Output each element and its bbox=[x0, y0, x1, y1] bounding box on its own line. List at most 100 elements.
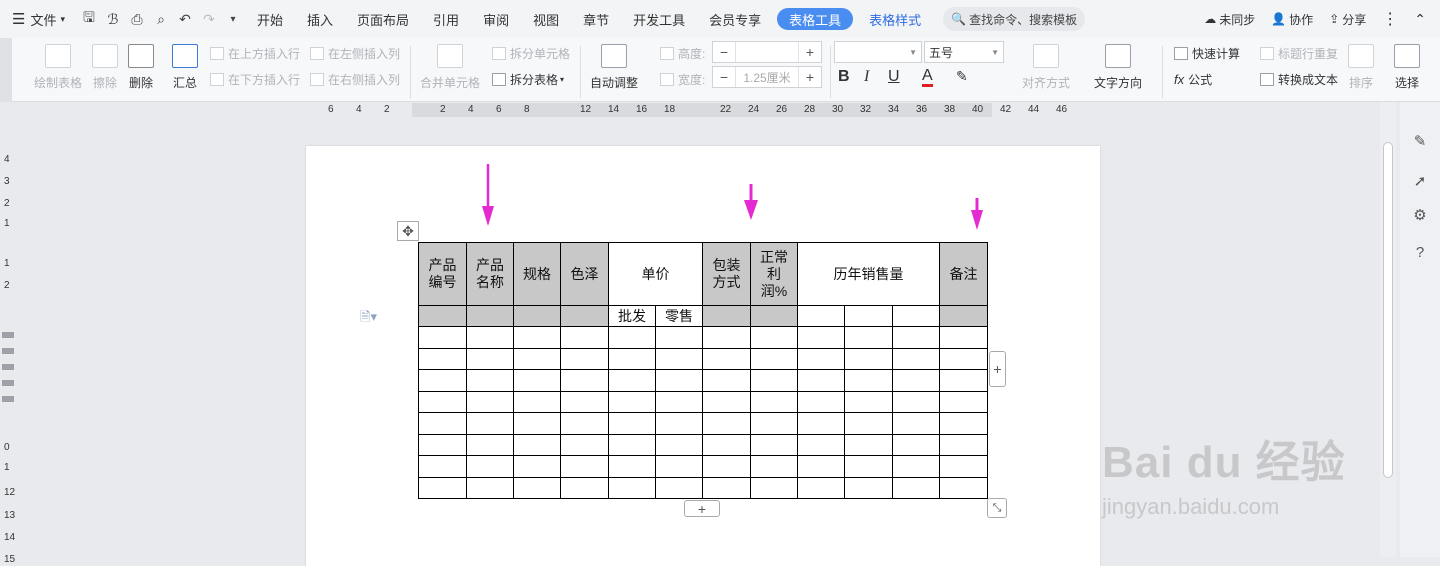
subheader-wholesale[interactable]: 批发 bbox=[608, 305, 656, 327]
table-cell[interactable] bbox=[939, 433, 988, 456]
table-cell[interactable] bbox=[939, 347, 988, 370]
table-cell[interactable] bbox=[797, 390, 845, 413]
insert-right-button[interactable]: 在右侧插入列 bbox=[310, 71, 400, 88]
erase-button[interactable]: 擦除 bbox=[92, 40, 118, 91]
table-cell[interactable] bbox=[702, 305, 751, 327]
table-cell[interactable] bbox=[608, 476, 656, 499]
table-cell[interactable] bbox=[797, 455, 845, 478]
table-cell[interactable] bbox=[939, 412, 988, 435]
table-cell[interactable] bbox=[466, 326, 514, 349]
table-cell[interactable] bbox=[608, 347, 656, 370]
bold-button[interactable]: B bbox=[838, 68, 850, 86]
table-cell[interactable] bbox=[466, 390, 514, 413]
table-cell[interactable] bbox=[892, 390, 940, 413]
tab-table-style[interactable]: 表格样式 bbox=[857, 0, 933, 38]
table-cell[interactable] bbox=[560, 433, 609, 456]
pen-icon[interactable]: ✎ bbox=[1410, 132, 1430, 152]
table-cell[interactable] bbox=[513, 455, 561, 478]
table-cell[interactable] bbox=[750, 390, 798, 413]
table-cell[interactable] bbox=[702, 347, 751, 370]
insert-above-button[interactable]: 在上方插入行 bbox=[210, 45, 300, 62]
save-icon[interactable]: 🖫 bbox=[77, 0, 101, 38]
table-cell[interactable] bbox=[466, 347, 514, 370]
delete-button[interactable]: 删除 bbox=[128, 40, 154, 91]
table-cell[interactable] bbox=[655, 433, 703, 456]
table-cell[interactable] bbox=[797, 433, 845, 456]
customize-qat-icon[interactable]: ▾ bbox=[221, 0, 245, 38]
table-cell[interactable] bbox=[608, 326, 656, 349]
table-cell[interactable] bbox=[655, 476, 703, 499]
table-cell[interactable] bbox=[939, 390, 988, 413]
table-cell[interactable] bbox=[844, 326, 893, 349]
table-cell[interactable] bbox=[560, 305, 609, 327]
header-cell-spec[interactable]: 规格 bbox=[513, 242, 561, 306]
table-cell[interactable] bbox=[892, 369, 940, 392]
table-move-handle[interactable]: ✥ bbox=[397, 221, 419, 241]
table-cell[interactable] bbox=[466, 476, 514, 499]
height-stepper[interactable]: − + bbox=[712, 41, 822, 63]
table-cell[interactable] bbox=[844, 390, 893, 413]
font-size-select[interactable]: 五号 ▼ bbox=[924, 41, 1004, 63]
table-cell[interactable] bbox=[797, 369, 845, 392]
table-cell[interactable] bbox=[513, 390, 561, 413]
tab-home[interactable]: 开始 bbox=[245, 0, 295, 38]
table-cell[interactable] bbox=[513, 305, 561, 327]
table-cell[interactable] bbox=[844, 412, 893, 435]
table-cell[interactable] bbox=[844, 305, 893, 327]
table-cell[interactable] bbox=[466, 455, 514, 478]
header-cell-price[interactable]: 单价 bbox=[608, 242, 703, 306]
table-cell[interactable] bbox=[892, 305, 940, 327]
table-cell[interactable] bbox=[750, 455, 798, 478]
table-cell[interactable] bbox=[797, 476, 845, 499]
width-value[interactable]: 1.25厘米 bbox=[735, 67, 799, 87]
table-cell[interactable] bbox=[750, 369, 798, 392]
table-cell[interactable] bbox=[750, 412, 798, 435]
command-search[interactable]: 🔍 查找命令、搜索模板 bbox=[943, 7, 1086, 31]
help-icon[interactable]: ? bbox=[1410, 244, 1430, 264]
header-cell-profit[interactable]: 正常利润% bbox=[750, 242, 798, 306]
table-cell[interactable] bbox=[844, 455, 893, 478]
print-icon[interactable]: ⎙ bbox=[125, 0, 149, 38]
table-cell[interactable] bbox=[560, 326, 609, 349]
table-cell[interactable] bbox=[560, 347, 609, 370]
table-cell[interactable] bbox=[560, 412, 609, 435]
share-button[interactable]: ⇪ 分享 bbox=[1321, 11, 1374, 28]
split-table-button[interactable]: 拆分表格 ▾ bbox=[492, 71, 564, 88]
table-cell[interactable] bbox=[655, 369, 703, 392]
table-cell[interactable] bbox=[418, 476, 467, 499]
resize-table-handle[interactable]: ⤡ bbox=[987, 498, 1007, 518]
table-cell[interactable] bbox=[702, 390, 751, 413]
table-cell[interactable] bbox=[939, 305, 988, 327]
table-cell[interactable] bbox=[560, 455, 609, 478]
subheader-retail[interactable]: 零售 bbox=[655, 305, 703, 327]
cursor-icon[interactable]: ➚ bbox=[1410, 172, 1430, 192]
table-cell[interactable] bbox=[702, 455, 751, 478]
table-cell[interactable] bbox=[892, 326, 940, 349]
tab-table-tools[interactable]: 表格工具 bbox=[777, 8, 854, 30]
merge-cells-button[interactable]: 合并单元格 bbox=[420, 40, 480, 91]
table-cell[interactable] bbox=[608, 412, 656, 435]
plus-icon[interactable]: + bbox=[799, 67, 821, 87]
table-cell[interactable] bbox=[560, 390, 609, 413]
tab-member[interactable]: 会员专享 bbox=[697, 0, 773, 38]
table-cell[interactable] bbox=[466, 433, 514, 456]
split-cells-button[interactable]: 拆分单元格 bbox=[492, 45, 570, 62]
tab-references[interactable]: 引用 bbox=[421, 0, 471, 38]
header-cell-code[interactable]: 产品编号 bbox=[418, 242, 467, 306]
table-cell[interactable] bbox=[418, 369, 467, 392]
horizontal-ruler[interactable]: 6 4 2 2 4 6 8 12 14 16 18 22 24 26 28 30 32 34 36 38 40 42 44 4… bbox=[320, 102, 1067, 120]
table-cell[interactable] bbox=[939, 326, 988, 349]
table-cell[interactable] bbox=[750, 326, 798, 349]
sync-button[interactable]: ☁ 未同步 bbox=[1196, 11, 1263, 28]
table-cell[interactable] bbox=[702, 433, 751, 456]
table-cell[interactable] bbox=[418, 326, 467, 349]
highlight-icon[interactable]: ✎ bbox=[956, 68, 968, 85]
table-cell[interactable] bbox=[513, 476, 561, 499]
align-button[interactable]: 对齐方式 bbox=[1022, 40, 1070, 91]
table-cell[interactable] bbox=[513, 326, 561, 349]
table-cell[interactable] bbox=[892, 412, 940, 435]
table-cell[interactable] bbox=[702, 476, 751, 499]
tab-view[interactable]: 视图 bbox=[521, 0, 571, 38]
file-menu[interactable]: ☰ 文件 ▾ bbox=[0, 0, 77, 38]
collapse-ribbon-icon[interactable]: ⌃ bbox=[1406, 11, 1440, 28]
